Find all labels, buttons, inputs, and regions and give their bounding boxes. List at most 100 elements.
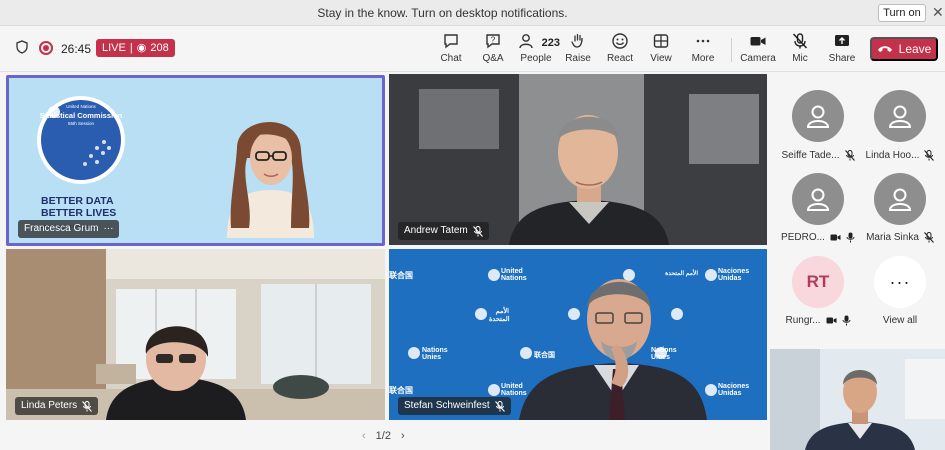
participant-entry[interactable]: Rungr... — [778, 315, 858, 326]
slide-logo-text: United Nations Statistical Commission 55… — [39, 104, 123, 126]
backdrop-ar-1: الأمم المتحدة — [665, 271, 698, 277]
video-tile-stefan-schweinfest[interactable]: 联合国 United Nations الأمم المتحدة Nacione… — [389, 249, 767, 420]
camera-label: Camera — [740, 53, 776, 64]
view-label: View — [650, 53, 672, 64]
backdrop-fr-1: Nations Unies — [422, 347, 448, 361]
notification-bar: Stay in the know. Turn on desktop notifi… — [0, 0, 945, 26]
avatar[interactable] — [792, 90, 844, 142]
participant-name: PEDRO... — [781, 232, 825, 243]
leave-button[interactable]: Leave — [870, 37, 938, 61]
backdrop-en-2: United Nations — [501, 383, 527, 397]
meeting-toolbar: 26:45 LIVE | ◉ 208 Chat ? Q&A 223 People… — [0, 26, 945, 72]
participant-name: Rungr... — [785, 315, 821, 326]
mic-button[interactable]: Mic — [780, 32, 820, 64]
backdrop-zh-2: 联合国 — [534, 352, 555, 359]
share-label: Share — [828, 53, 856, 64]
react-button[interactable]: React — [600, 32, 640, 64]
avatar-initials: RT — [806, 272, 830, 291]
participant-entry[interactable]: Linda Hoo... — [860, 150, 940, 161]
backdrop-es-2: Naciones Unidas — [718, 383, 750, 397]
raise-label: Raise — [565, 53, 591, 64]
more-button[interactable]: More — [683, 32, 723, 64]
live-badge: LIVE | ◉ 208 — [96, 39, 175, 57]
camera-button[interactable]: Camera — [738, 32, 778, 64]
mic-off-icon — [923, 232, 934, 243]
participant-name: Andrew Tatem — [404, 225, 468, 236]
backdrop-es-1: Naciones Unidas — [718, 268, 750, 282]
slide-org: United Nations — [66, 104, 96, 109]
raise-hand-icon — [571, 33, 583, 48]
mic-icon — [846, 232, 855, 243]
participant-name: Linda Hoo... — [865, 150, 920, 161]
chat-button[interactable]: Chat — [431, 32, 471, 64]
share-icon — [835, 35, 849, 46]
avatar[interactable] — [874, 90, 926, 142]
chat-label: Chat — [440, 53, 462, 64]
mic-off-icon — [82, 400, 93, 412]
participant-name-tag: Linda Peters — [15, 397, 99, 415]
participant-name-tag: Francesca Grum ··· — [18, 220, 120, 238]
next-page-icon[interactable]: › — [401, 430, 405, 442]
raise-hand-button[interactable]: Raise — [558, 32, 598, 64]
participant-entry[interactable]: Seiffe Tade... — [778, 150, 858, 161]
toolbar-divider — [731, 38, 732, 62]
participant-video — [389, 249, 767, 420]
slide-tagline-1: BETTER DATA — [41, 195, 114, 207]
participant-name: Maria Sinka — [866, 232, 919, 243]
mic-label: Mic — [792, 53, 808, 64]
mic-off-icon — [472, 225, 483, 237]
mic-icon — [842, 315, 851, 326]
previous-page-icon[interactable]: ‹ — [362, 430, 366, 442]
camera-off-icon — [830, 234, 841, 241]
view-all-text: View all — [882, 315, 918, 326]
more-options-icon[interactable]: ··· — [103, 220, 113, 238]
participant-video — [6, 249, 385, 420]
camera-icon — [750, 37, 766, 46]
person-icon — [888, 188, 912, 211]
participant-name-tag: Andrew Tatem — [398, 222, 489, 240]
person-icon — [888, 105, 912, 128]
self-video-preview[interactable] — [770, 349, 945, 450]
qa-label: Q&A — [482, 53, 504, 64]
mic-off-icon — [494, 400, 505, 412]
avatar[interactable] — [874, 173, 926, 225]
more-icon — [696, 39, 710, 43]
video-stage: United Nations Statistical Commission 55… — [0, 72, 770, 450]
viewer-count: 208 — [150, 42, 169, 54]
participant-entry[interactable]: PEDRO... — [778, 232, 858, 243]
video-tile-andrew-tatem[interactable]: Andrew Tatem — [389, 74, 767, 245]
view-all-label[interactable]: View all — [860, 315, 940, 326]
participant-name: Stefan Schweinfest — [404, 400, 490, 411]
participant-entry[interactable]: Maria Sinka — [860, 232, 940, 243]
person-icon — [806, 188, 830, 211]
share-button[interactable]: Share — [822, 32, 862, 64]
turn-on-notifications-button[interactable]: Turn on — [878, 4, 926, 22]
view-all-button[interactable]: ··· — [874, 256, 926, 308]
slide-session: 55th Session — [67, 121, 95, 126]
video-tile-francesca-grum[interactable]: United Nations Statistical Commission 55… — [6, 75, 385, 246]
chat-icon — [444, 34, 458, 49]
backdrop-zh-3: 联合国 — [389, 386, 413, 395]
backdrop-zh-1: 联合国 — [389, 271, 413, 280]
self-video — [770, 349, 945, 450]
view-button[interactable]: View — [641, 32, 681, 64]
people-button[interactable]: 223 People — [512, 32, 560, 64]
qa-icon: ? — [486, 34, 500, 49]
avatar[interactable]: RT — [792, 256, 844, 308]
react-label: React — [606, 53, 634, 64]
more-label: More — [691, 53, 715, 64]
slide-title: Statistical Commission — [39, 111, 123, 120]
meeting-timer: 26:45 — [61, 42, 92, 56]
participant-name: Francesca Grum — [24, 223, 99, 234]
svg-text:?: ? — [491, 36, 496, 45]
avatar[interactable] — [792, 173, 844, 225]
close-icon[interactable]: ✕ — [932, 4, 944, 21]
leave-label: Leave — [898, 42, 932, 56]
participant-name: Linda Peters — [21, 400, 78, 411]
people-icon — [519, 34, 533, 49]
shield-icon[interactable] — [16, 40, 28, 59]
qa-button[interactable]: ? Q&A — [473, 32, 513, 64]
video-tile-linda-peters[interactable]: Linda Peters — [6, 249, 385, 420]
participant-name-tag: Stefan Schweinfest — [398, 397, 511, 415]
mic-off-icon — [792, 33, 808, 49]
